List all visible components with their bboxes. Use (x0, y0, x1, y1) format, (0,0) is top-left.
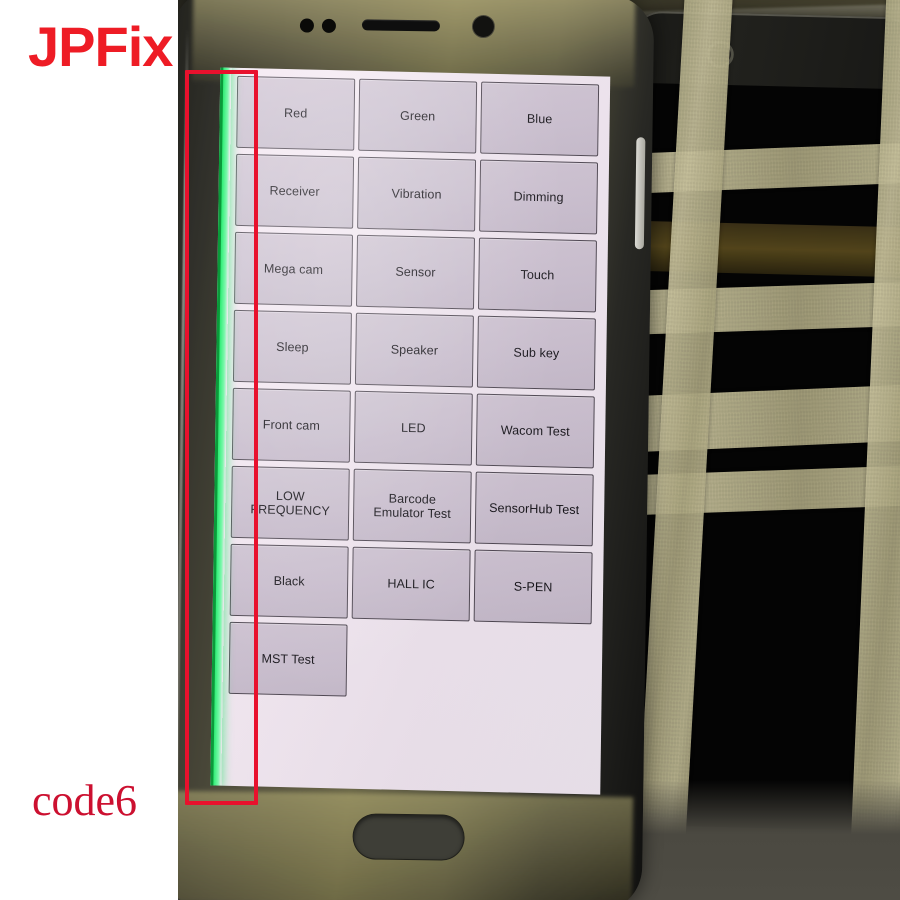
phone-screen: Red Green Blue Receiver Vibration Dimming Mega… (210, 67, 611, 795)
defect-highlight-box (185, 70, 258, 805)
test-button[interactable]: Sub key (476, 315, 596, 391)
second-phone-reflection-band (626, 220, 900, 278)
proximity-sensor-dot-icon (299, 18, 315, 33)
test-button[interactable]: Touch (477, 237, 597, 313)
test-button[interactable]: SensorHub Test (474, 471, 594, 547)
jpfix-logo: JPFix (28, 15, 173, 78)
test-button[interactable]: Wacom Test (475, 393, 595, 469)
test-button[interactable]: Green (358, 78, 478, 154)
proximity-sensor-dot-icon (321, 18, 337, 33)
test-button[interactable]: Dimming (479, 159, 599, 235)
test-button[interactable]: Blue (480, 81, 600, 157)
earpiece-speaker-icon (361, 19, 441, 32)
test-button[interactable]: Vibration (357, 156, 477, 232)
test-button[interactable]: S-PEN (473, 549, 593, 625)
test-menu-grid: Red Green Blue Receiver Vibration Dimming Mega… (228, 75, 600, 702)
test-button[interactable]: Speaker (354, 312, 474, 388)
white-margin-panel (0, 0, 178, 900)
test-button[interactable]: LED (353, 390, 473, 466)
test-button[interactable]: HALL IC (351, 546, 471, 622)
power-button[interactable] (634, 137, 646, 250)
test-button[interactable]: Barcode Emulator Test (352, 468, 472, 544)
test-button[interactable]: Sensor (356, 234, 475, 310)
home-button[interactable] (352, 813, 465, 861)
screenshot-root: Red Green Blue Receiver Vibration Dimming Mega… (0, 0, 900, 900)
code-annotation-label: code6 (32, 776, 138, 825)
